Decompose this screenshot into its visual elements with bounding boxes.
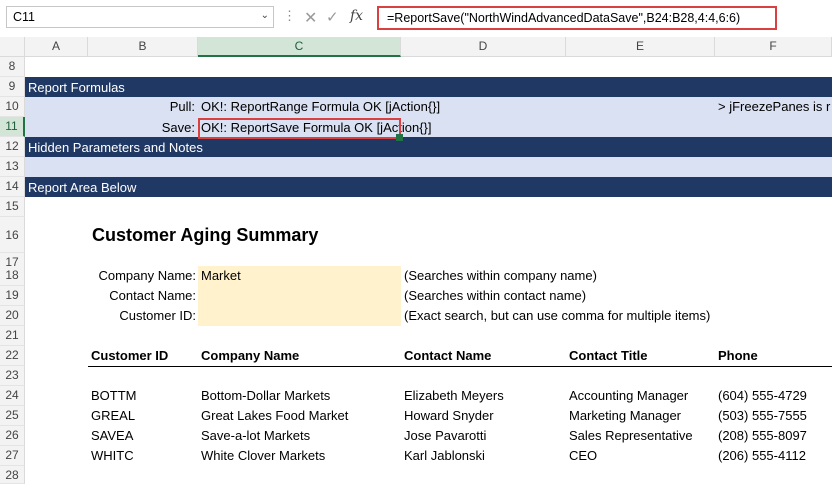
row-header-25[interactable]: 25	[0, 406, 25, 426]
cell-contact-name[interactable]: Elizabeth Meyers	[404, 386, 504, 406]
row-header-24[interactable]: 24	[0, 386, 25, 406]
column-header-c[interactable]: C	[198, 37, 401, 57]
cell-contact-name[interactable]: Karl Jablonski	[404, 446, 485, 466]
cell-company-name[interactable]: Save-a-lot Markets	[201, 426, 310, 446]
row-header-9[interactable]: 9	[0, 77, 25, 97]
row-header-26[interactable]: 26	[0, 426, 25, 446]
row-header-12[interactable]: 12	[0, 137, 25, 157]
row-header-10[interactable]: 10	[0, 97, 25, 117]
row-header-16[interactable]: 16	[0, 217, 25, 253]
cell-company-name[interactable]: White Clover Markets	[201, 446, 325, 466]
row-header-21[interactable]: 21	[0, 326, 25, 346]
header-underline	[88, 366, 832, 367]
customer-id-input[interactable]	[201, 306, 397, 326]
cell-phone[interactable]: (206) 555-4112	[718, 446, 806, 466]
row-header-23[interactable]: 23	[0, 366, 25, 386]
formula-text: =ReportSave("NorthWindAdvancedDataSave",…	[387, 11, 741, 25]
cell-contact-title[interactable]: Sales Representative	[569, 426, 693, 446]
cell-customer-id[interactable]: GREAL	[91, 406, 135, 426]
cell-contact-name[interactable]: Jose Pavarotti	[404, 426, 486, 446]
cell-phone[interactable]: (208) 555-8097	[718, 426, 807, 446]
row-header-20[interactable]: 20	[0, 306, 25, 326]
report-formulas-band: Report Formulas	[25, 77, 832, 97]
cell-phone[interactable]: (503) 555-7555	[718, 406, 807, 426]
cell-contact-name[interactable]: Howard Snyder	[404, 406, 494, 426]
filter-label-customer-id: Customer ID:	[119, 308, 196, 323]
cell-phone[interactable]: (604) 555-4729	[718, 386, 807, 406]
row-header-14[interactable]: 14	[0, 177, 25, 197]
cell-company-name[interactable]: Bottom-Dollar Markets	[201, 386, 330, 406]
filter-hint-contact: (Searches within contact name)	[404, 288, 587, 303]
header-contact-title: Contact Title	[569, 348, 648, 363]
report-area-label: Report Area Below	[28, 180, 137, 195]
filter-label-company: Company Name:	[98, 268, 196, 283]
row-header-28[interactable]: 28	[0, 466, 25, 484]
cell-contact-title[interactable]: Marketing Manager	[569, 406, 681, 426]
filter-label-contact: Contact Name:	[109, 288, 196, 303]
pull-value[interactable]: OK!: ReportRange Formula OK [jAction{}]	[201, 97, 440, 117]
hidden-params-area	[25, 157, 832, 177]
column-header-f[interactable]: F	[715, 37, 832, 57]
more-options-icon[interactable]: ⋮	[283, 8, 296, 24]
formula-buttons: ✕ ✓ fx	[300, 6, 372, 28]
report-area-band: Report Area Below	[25, 177, 832, 197]
company-name-input[interactable]: Market	[201, 266, 241, 286]
cell-customer-id[interactable]: WHITC	[91, 446, 134, 466]
column-header-e[interactable]: E	[566, 37, 715, 57]
pull-label: Pull:	[169, 99, 195, 114]
row-header-18[interactable]: 18	[0, 266, 25, 286]
check-icon[interactable]: ✓	[326, 8, 339, 26]
row-header-27[interactable]: 27	[0, 446, 25, 466]
cell-contact-title[interactable]: CEO	[569, 446, 597, 466]
row-header-19[interactable]: 19	[0, 286, 25, 306]
header-company-name: Company Name	[201, 348, 300, 363]
fill-handle[interactable]	[396, 134, 403, 141]
formula-bar: C11 ⌄ ⋮ ✕ ✓ fx =ReportSave("NorthWindAdv…	[0, 0, 832, 38]
hidden-params-label: Hidden Parameters and Notes	[28, 140, 203, 155]
chevron-down-icon[interactable]: ⌄	[261, 10, 269, 21]
insert-function-icon[interactable]: fx	[350, 8, 363, 24]
cell-customer-id[interactable]: SAVEA	[91, 426, 133, 446]
row-header-8[interactable]: 8	[0, 57, 25, 77]
filter-hint-company: (Searches within company name)	[404, 268, 597, 283]
header-contact-name: Contact Name	[404, 348, 492, 363]
report-title: Customer Aging Summary	[92, 225, 319, 245]
name-box-value: C11	[13, 10, 36, 24]
row-header-11[interactable]: 11	[0, 117, 25, 137]
header-customer-id: Customer ID	[91, 348, 169, 363]
save-label: Save:	[161, 120, 195, 135]
freeze-panes-note[interactable]: > jFreezePanes is r	[718, 97, 832, 117]
filter-hint-customer-id: (Exact search, but can use comma for mul…	[404, 308, 711, 323]
column-header-d[interactable]: D	[401, 37, 566, 57]
row-header-22[interactable]: 22	[0, 346, 25, 366]
select-all-corner[interactable]	[0, 37, 25, 57]
active-cell-highlight[interactable]	[198, 118, 401, 139]
cell-customer-id[interactable]: BOTTM	[91, 386, 137, 406]
cancel-icon[interactable]: ✕	[304, 8, 317, 28]
header-phone: Phone	[718, 348, 758, 363]
contact-name-input[interactable]	[201, 286, 397, 306]
hidden-params-band: Hidden Parameters and Notes	[25, 137, 832, 157]
row-header-13[interactable]: 13	[0, 157, 25, 177]
cell-contact-title[interactable]: Accounting Manager	[569, 386, 688, 406]
cell-company-name[interactable]: Great Lakes Food Market	[201, 406, 348, 426]
column-header-b[interactable]: B	[88, 37, 198, 57]
name-box[interactable]: C11 ⌄	[6, 6, 274, 28]
row-header-15[interactable]: 15	[0, 197, 25, 217]
column-header-a[interactable]: A	[25, 37, 88, 57]
formula-input[interactable]: =ReportSave("NorthWindAdvancedDataSave",…	[377, 6, 777, 30]
report-formulas-label: Report Formulas	[28, 80, 125, 95]
